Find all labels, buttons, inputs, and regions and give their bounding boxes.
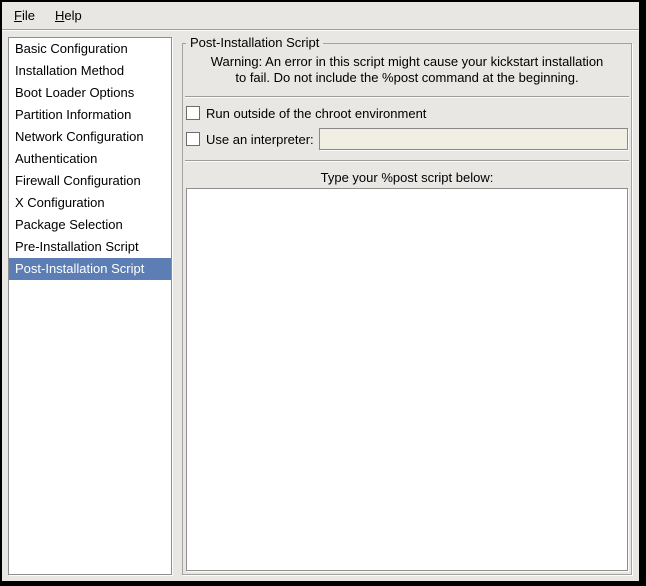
warning-text: Warning: An error in this script might c… <box>183 54 631 86</box>
sidebar-item-pre-installation-script[interactable]: Pre-Installation Script <box>9 236 171 258</box>
run-outside-chroot-checkbox[interactable] <box>186 106 200 120</box>
menu-bar: File Help <box>2 2 639 30</box>
interpreter-input[interactable] <box>319 128 628 150</box>
sidebar-item-x-configuration[interactable]: X Configuration <box>9 192 171 214</box>
warning-line-2: to fail. Do not include the %post comman… <box>183 70 631 86</box>
sidebar-item-basic-configuration[interactable]: Basic Configuration <box>9 38 171 60</box>
script-prompt-label: Type your %post script below: <box>183 170 631 185</box>
menu-file-label: ile <box>22 8 35 23</box>
sidebar-item-installation-method[interactable]: Installation Method <box>9 60 171 82</box>
post-script-textarea[interactable] <box>186 188 628 571</box>
use-interpreter-row: Use an interpreter: <box>186 128 628 150</box>
post-installation-script-frame: Post-Installation Script Warning: An err… <box>182 43 632 575</box>
menu-help-mnemonic: H <box>55 8 64 23</box>
sidebar-item-boot-loader-options[interactable]: Boot Loader Options <box>9 82 171 104</box>
sidebar-item-partition-information[interactable]: Partition Information <box>9 104 171 126</box>
run-outside-chroot-row: Run outside of the chroot environment <box>186 104 628 122</box>
sidebar-item-network-configuration[interactable]: Network Configuration <box>9 126 171 148</box>
warning-line-1: Warning: An error in this script might c… <box>183 54 631 70</box>
sidebar-item-post-installation-script[interactable]: Post-Installation Script <box>9 258 171 280</box>
separator <box>185 96 629 98</box>
run-outside-chroot-label: Run outside of the chroot environment <box>206 106 426 121</box>
menu-file[interactable]: File <box>4 4 45 27</box>
use-interpreter-label: Use an interpreter: <box>206 132 314 147</box>
sidebar-item-authentication[interactable]: Authentication <box>9 148 171 170</box>
sidebar-item-package-selection[interactable]: Package Selection <box>9 214 171 236</box>
menu-file-mnemonic: F <box>14 8 22 23</box>
sidebar-item-firewall-configuration[interactable]: Firewall Configuration <box>9 170 171 192</box>
menu-help-label: elp <box>64 8 81 23</box>
use-interpreter-checkbox[interactable] <box>186 132 200 146</box>
frame-title: Post-Installation Script <box>186 35 323 50</box>
separator <box>185 160 629 162</box>
menu-help[interactable]: Help <box>45 4 92 27</box>
app-window: File Help Basic Configuration Installati… <box>2 2 639 581</box>
section-list: Basic Configuration Installation Method … <box>8 37 172 575</box>
